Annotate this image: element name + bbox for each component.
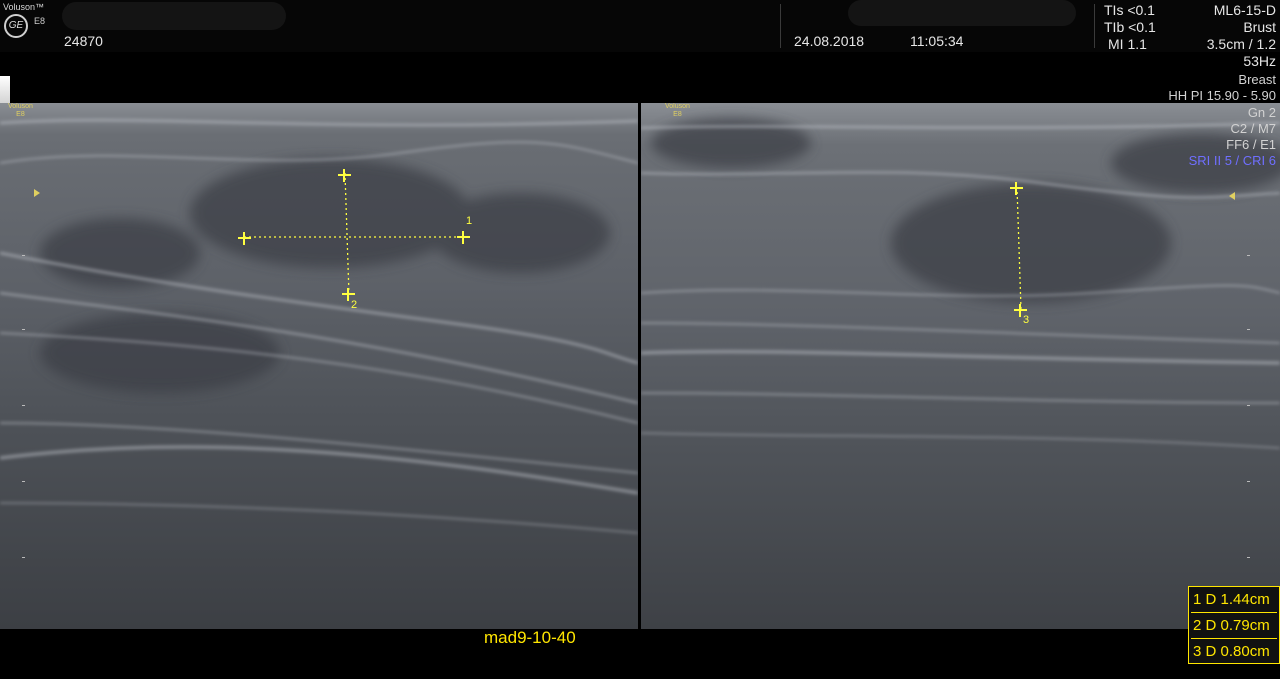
logo-brand-text: Voluson™ [3, 2, 45, 12]
depth-value: 3.5cm / 1.2 [1206, 36, 1276, 52]
patient-id: 24870 [64, 33, 103, 49]
redacted-institution [848, 0, 1076, 26]
preset-name: Breast [1238, 72, 1276, 87]
ge-logo-icon: GE [4, 14, 28, 38]
exam-time: 11:05:34 [910, 33, 964, 49]
application-name: Brust [1243, 19, 1276, 35]
image-annotation: mad9-10-40 [484, 628, 576, 647]
header-divider [1094, 4, 1095, 48]
c-m-value: C2 / M7 [1230, 121, 1276, 136]
panel-brand-left: Voluson E8 [8, 103, 33, 119]
caliper-label: 1 [466, 215, 473, 227]
redacted-patient-name [62, 2, 286, 30]
measurement-row: 1 D 1.44cm [1193, 591, 1270, 608]
hh-pi-value: HH PI 15.90 - 5.90 [1168, 88, 1276, 103]
measurement-results-box: 1 D 1.44cm 2 D 0.79cm 3 D 0.80cm [1188, 586, 1280, 664]
tib-value: TIb <0.1 [1104, 19, 1156, 35]
measurement-separator [1191, 612, 1277, 613]
ultrasound-image-right[interactable]: Voluson E8 3 [641, 103, 1280, 629]
ff-e-value: FF6 / E1 [1226, 137, 1276, 152]
sri-cri-value: SRI II 5 / CRI 6 [1188, 153, 1276, 168]
logo-model-text: E8 [34, 16, 46, 26]
exam-date: 24.08.2018 [794, 33, 865, 49]
ultrasound-image-left[interactable]: Voluson E8 1 2 [0, 103, 638, 629]
probe-name: ML6-15-D [1213, 2, 1276, 18]
measurement-separator [1191, 638, 1277, 639]
panel-brand-model: E8 [673, 111, 682, 118]
gain-value: Gn 2 [1247, 105, 1276, 120]
mi-value: MI 1.1 [1108, 36, 1147, 52]
tis-value: TIs <0.1 [1104, 2, 1155, 18]
panel-brand-name: Voluson [665, 103, 690, 110]
header-divider [780, 4, 781, 48]
caliper-label: 3 [1023, 314, 1030, 326]
frame-rate: 53Hz [1243, 53, 1276, 69]
measurement-row: 2 D 0.79cm [1193, 617, 1270, 634]
panel-brand-name: Voluson [8, 103, 33, 110]
measurement-row: 3 D 0.80cm [1193, 643, 1270, 660]
caliper-label: 2 [351, 299, 358, 311]
panel-brand-right: Voluson E8 [665, 103, 690, 119]
panel-brand-model: E8 [16, 111, 25, 118]
